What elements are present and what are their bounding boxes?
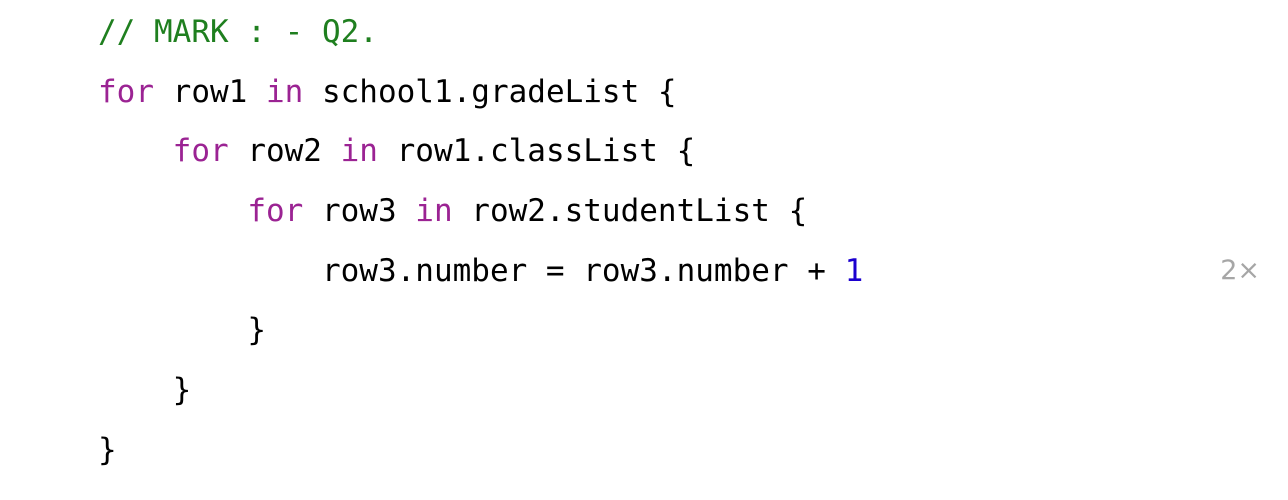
code-line-3[interactable]: for row2 in row1.classList {	[98, 131, 696, 171]
code-token-plain: row3	[303, 193, 416, 229]
code-token-keyword: for	[172, 133, 229, 169]
code-line-4[interactable]: for row3 in row2.studentList {	[98, 191, 807, 231]
code-token-keyword: in	[340, 133, 378, 169]
code-token-plain: row1	[154, 74, 266, 110]
code-token-plain: }	[172, 372, 192, 408]
code-line-7[interactable]: }	[98, 370, 192, 410]
code-line-1[interactable]: // MARK : - Q2.	[98, 12, 378, 52]
code-line-5[interactable]: row3.number = row3.number + 1	[98, 251, 863, 291]
code-token-plain: }	[98, 432, 117, 468]
code-token-plain: row2.studentList {	[452, 193, 808, 229]
code-token-keyword: for	[247, 193, 304, 229]
code-token-comment: // MARK : - Q2.	[98, 14, 378, 50]
code-token-plain: }	[247, 312, 266, 348]
code-line-8[interactable]: }	[98, 430, 117, 470]
execution-count-badge[interactable]: 2×	[1220, 251, 1260, 291]
code-token-number: 1	[844, 253, 864, 289]
code-token-keyword: in	[415, 193, 453, 229]
code-token-plain: row3.number = row3.number +	[321, 253, 845, 289]
code-editor[interactable]: // MARK : - Q2. for row1 in school1.grad…	[0, 0, 1288, 500]
code-token-keyword: in	[265, 74, 304, 110]
code-token-plain: row1.classList {	[377, 133, 696, 169]
code-token-plain: school1.gradeList {	[303, 74, 677, 110]
code-line-2[interactable]: for row1 in school1.gradeList {	[98, 72, 677, 112]
code-token-plain: row2	[228, 133, 341, 169]
code-line-6[interactable]: }	[98, 310, 266, 350]
code-token-keyword: for	[98, 74, 154, 110]
